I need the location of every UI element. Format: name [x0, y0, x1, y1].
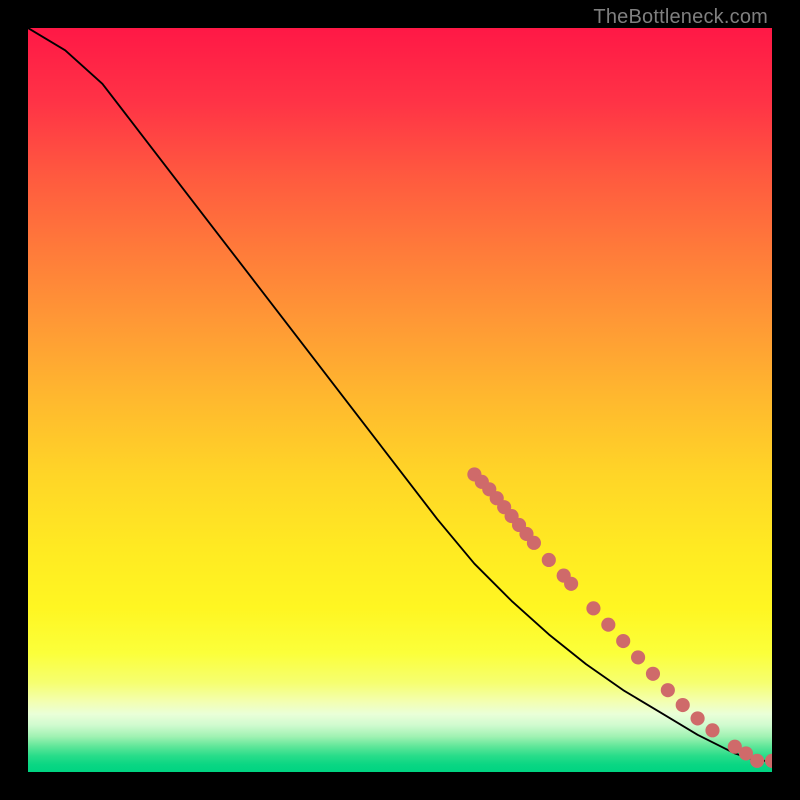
- marker-dot: [661, 683, 675, 697]
- marker-dot: [765, 754, 772, 768]
- marker-dot: [631, 650, 645, 664]
- marker-dot: [676, 698, 690, 712]
- marker-dot: [750, 754, 764, 768]
- marker-dot: [601, 618, 615, 632]
- marker-dot: [705, 723, 719, 737]
- marker-dot: [691, 711, 705, 725]
- marker-dot: [586, 601, 600, 615]
- watermark-label: TheBottleneck.com: [593, 6, 768, 29]
- marker-dot: [564, 577, 578, 591]
- marker-dot: [527, 536, 541, 550]
- marker-dot: [542, 553, 556, 567]
- marker-dot: [646, 667, 660, 681]
- marker-points: [467, 467, 772, 768]
- chart-frame: TheBottleneck.com: [0, 0, 800, 800]
- main-curve: [28, 28, 772, 761]
- curve-layer: [28, 28, 772, 772]
- marker-dot: [616, 634, 630, 648]
- plot-area: [28, 28, 772, 772]
